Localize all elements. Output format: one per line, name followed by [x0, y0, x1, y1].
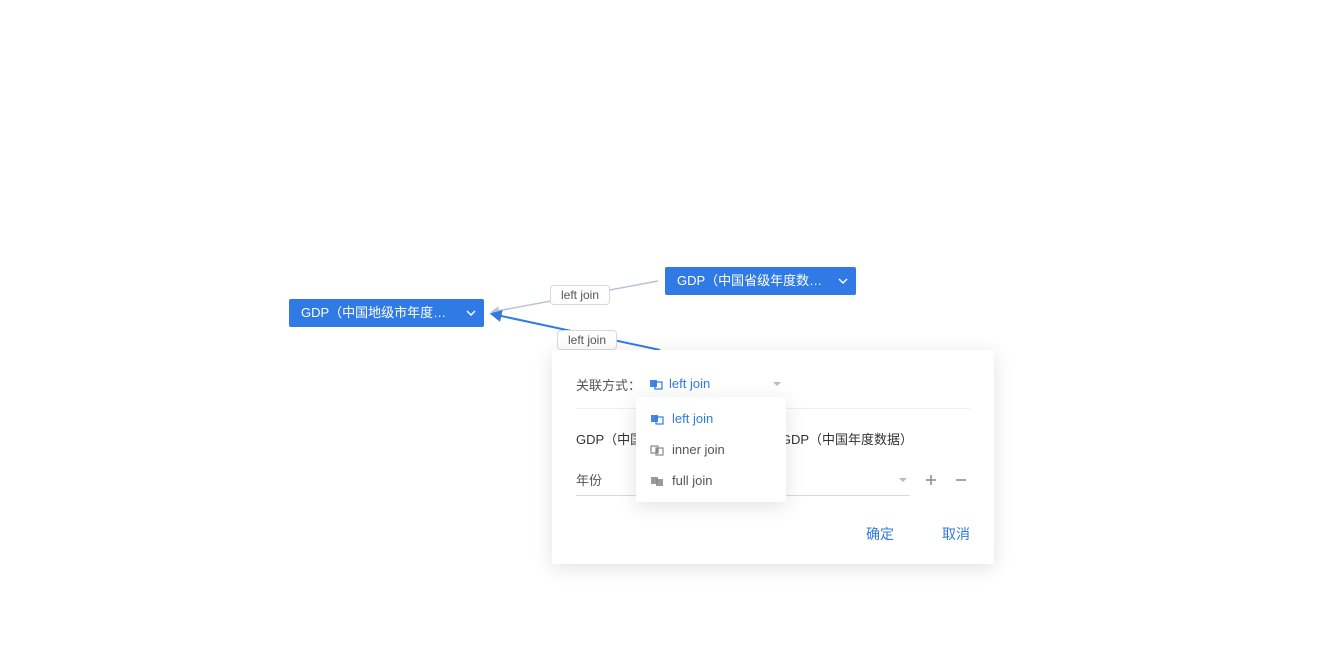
relation-select[interactable]: left join: [647, 374, 782, 394]
data-node-left-label: GDP（中国地级市年度数...: [301, 305, 457, 320]
data-node-right-top[interactable]: GDP（中国省级年度数据）: [665, 267, 856, 295]
dropdown-item-label: left join: [672, 411, 713, 426]
relation-value: left join: [669, 376, 710, 391]
edge-label-bottom[interactable]: left join: [557, 330, 617, 350]
dropdown-item-inner-join[interactable]: inner join: [636, 434, 786, 465]
edge-label-top[interactable]: left join: [550, 285, 610, 305]
confirm-button[interactable]: 确定: [866, 524, 894, 544]
edge-label-top-text: left join: [561, 288, 599, 302]
left-field-value: 年份: [576, 473, 602, 488]
data-node-left[interactable]: GDP（中国地级市年度数...: [289, 299, 484, 327]
dropdown-item-label: inner join: [672, 442, 725, 457]
chevron-down-icon: [466, 308, 476, 318]
cancel-button[interactable]: 取消: [942, 524, 970, 544]
caret-down-icon: [898, 475, 908, 485]
dropdown-item-left-join[interactable]: left join: [636, 403, 786, 434]
connector-canvas: [0, 0, 1334, 672]
full-join-icon: [650, 474, 664, 488]
add-field-button[interactable]: [922, 471, 940, 489]
data-node-right-top-label: GDP（中国省级年度数据）: [677, 273, 835, 288]
remove-field-button[interactable]: [952, 471, 970, 489]
relation-label: 关联方式：: [576, 375, 641, 394]
left-join-icon: [650, 412, 664, 426]
dropdown-item-full-join[interactable]: full join: [636, 465, 786, 496]
right-source-label: GDP（中国年度数据）: [781, 429, 970, 448]
join-type-dropdown: left join inner join full join: [636, 397, 786, 502]
edge-label-bottom-text: left join: [568, 333, 606, 347]
join-icon: [649, 377, 663, 391]
inner-join-icon: [650, 443, 664, 457]
chevron-down-icon: [838, 276, 848, 286]
panel-footer: 确定 取消: [576, 524, 970, 544]
dropdown-item-label: full join: [672, 473, 712, 488]
caret-down-icon: [772, 379, 782, 389]
